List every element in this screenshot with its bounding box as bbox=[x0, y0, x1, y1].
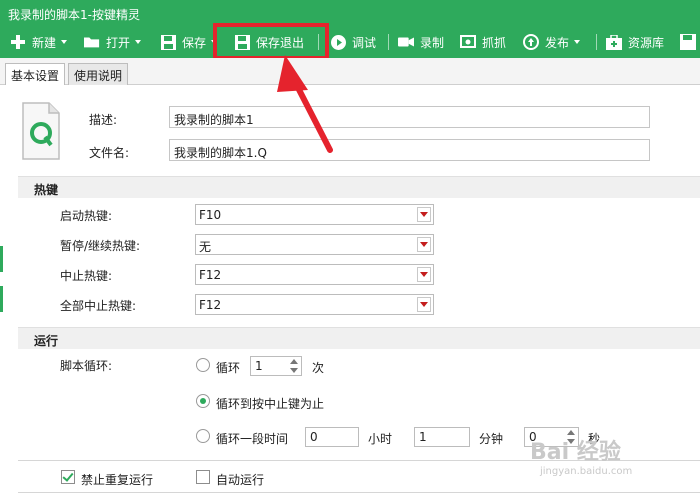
annotation-arrow-icon bbox=[277, 55, 333, 153]
watermark-url: jingyan.baidu.com bbox=[540, 466, 633, 477]
watermark-logo: Bai 经验 bbox=[530, 440, 621, 465]
